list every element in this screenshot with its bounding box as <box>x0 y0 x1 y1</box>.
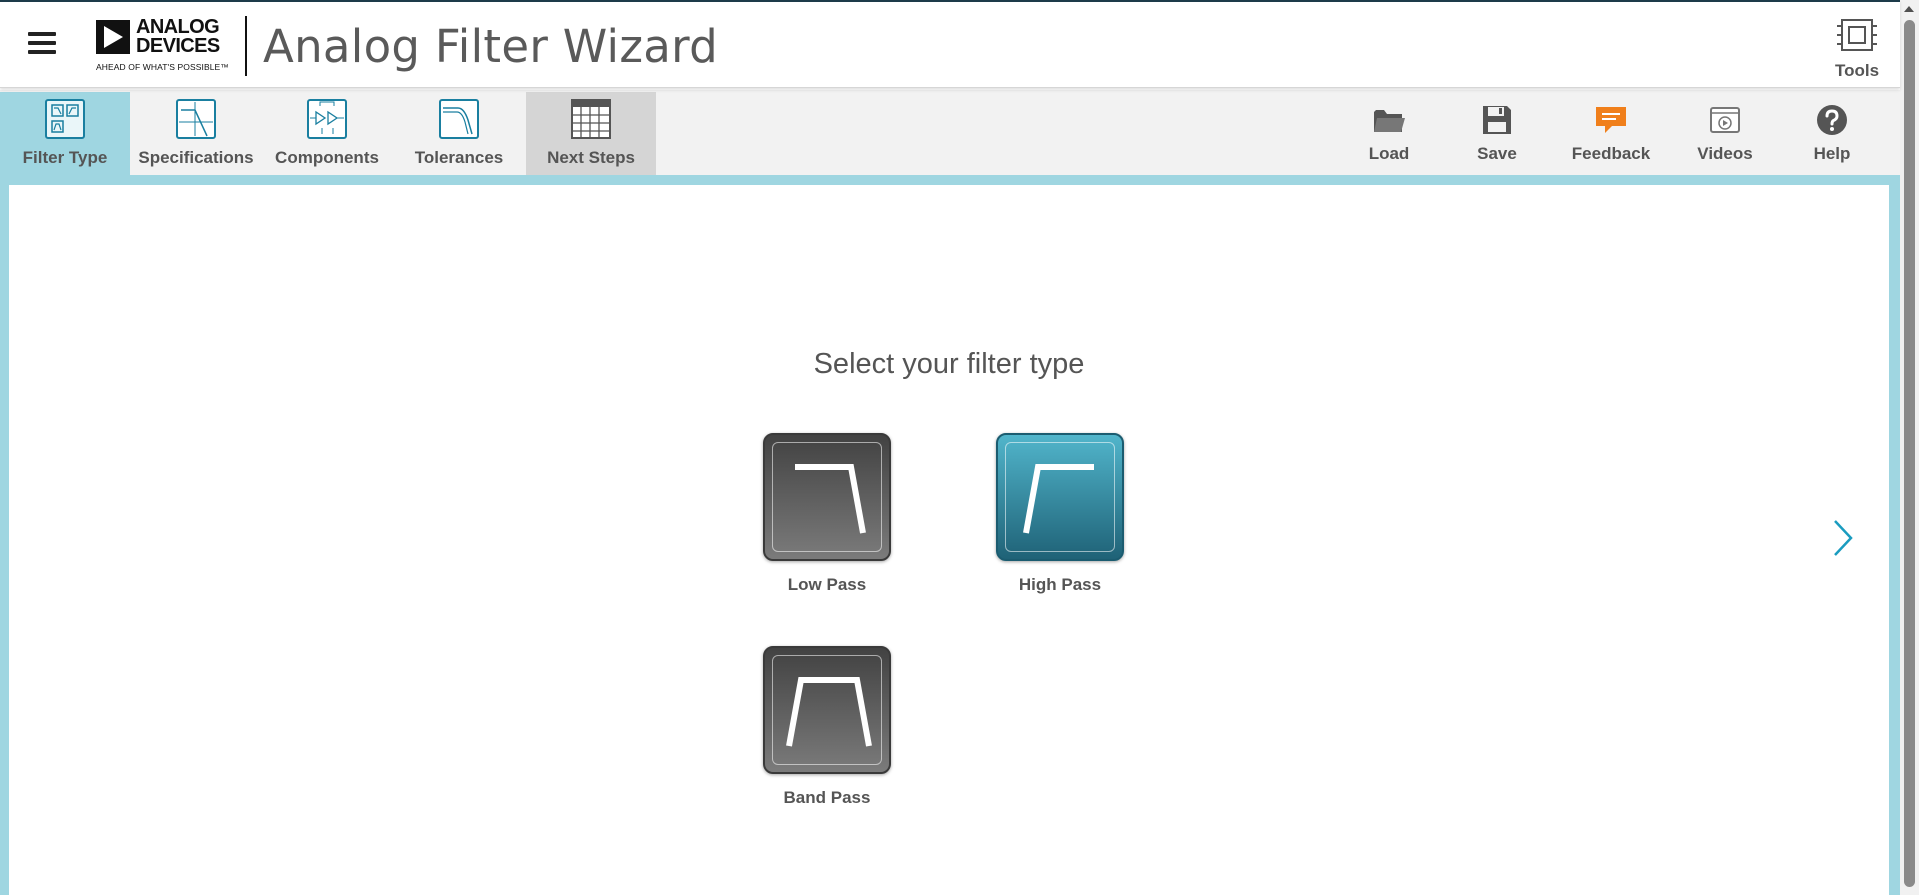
step-label: Specifications <box>138 148 254 167</box>
header-divider <box>245 16 247 76</box>
band-pass-option[interactable]: Band Pass <box>757 646 897 808</box>
help-label: Help <box>1813 144 1851 163</box>
load-button[interactable]: Load <box>1362 104 1416 172</box>
floppy-disk-icon <box>1483 106 1511 134</box>
band-pass-icon <box>786 677 872 747</box>
filter-type-prompt: Select your filter type <box>813 348 1085 380</box>
analog-devices-logo[interactable]: ANALOG DEVICES AHEAD OF WHAT'S POSSIBLE™ <box>96 17 229 74</box>
app-header: ANALOG DEVICES AHEAD OF WHAT'S POSSIBLE™… <box>0 0 1900 88</box>
logo-triangle-icon <box>96 20 130 54</box>
low-pass-label: Low Pass <box>787 575 867 594</box>
step-filter-type[interactable]: Filter Type <box>0 92 130 175</box>
logo-wordmark: ANALOG DEVICES <box>136 17 220 57</box>
scrollbar-thumb[interactable] <box>1904 20 1915 887</box>
page-scrollbar[interactable] <box>1900 0 1919 895</box>
help-button[interactable]: Help <box>1808 104 1856 172</box>
video-play-icon <box>1710 107 1740 133</box>
next-step-button[interactable] <box>1827 515 1857 561</box>
band-pass-tile[interactable] <box>763 646 891 774</box>
tolerances-icon <box>439 99 479 139</box>
chip-icon <box>1837 19 1877 51</box>
videos-label: Videos <box>1697 144 1753 163</box>
step-label: Tolerances <box>414 148 504 167</box>
logo-name-line2: DEVICES <box>136 35 220 57</box>
page-title: Analog Filter Wizard <box>263 20 719 73</box>
videos-button[interactable]: Videos <box>1693 104 1757 172</box>
content-frame: Select your filter type Low Pass High Pa… <box>0 175 1900 895</box>
question-circle-icon <box>1817 105 1847 135</box>
chevron-right-icon <box>1834 520 1853 556</box>
band-pass-label: Band Pass <box>783 788 871 807</box>
wizard-ribbon: Filter Type Specifications Components To… <box>0 90 1900 175</box>
specifications-icon <box>176 99 216 139</box>
hamburger-menu-icon[interactable] <box>22 32 62 60</box>
tools-button[interactable]: Tools <box>1826 16 1888 80</box>
high-pass-label: High Pass <box>1018 575 1102 594</box>
filter-type-panel: Select your filter type Low Pass High Pa… <box>9 185 1889 895</box>
high-pass-icon <box>1023 464 1094 534</box>
step-tolerances[interactable]: Tolerances <box>392 92 526 175</box>
step-label: Components <box>275 148 379 167</box>
low-pass-icon <box>795 464 866 534</box>
low-pass-option[interactable]: Low Pass <box>757 433 897 595</box>
chat-bubble-icon <box>1596 107 1626 133</box>
logo-tagline: AHEAD OF WHAT'S POSSIBLE™ <box>96 62 229 72</box>
step-components[interactable]: Components <box>262 92 392 175</box>
feedback-button[interactable]: Feedback <box>1570 104 1652 172</box>
components-icon <box>307 99 347 139</box>
step-specifications[interactable]: Specifications <box>130 92 262 175</box>
save-button[interactable]: Save <box>1470 104 1524 172</box>
folder-icon <box>1374 110 1405 132</box>
high-pass-tile[interactable] <box>996 433 1124 561</box>
filter-type-icon <box>45 99 85 139</box>
load-label: Load <box>1368 144 1410 163</box>
table-grid-icon <box>571 99 611 139</box>
step-label: Filter Type <box>22 148 108 167</box>
step-label: Next Steps <box>547 148 635 167</box>
low-pass-tile[interactable] <box>763 433 891 561</box>
scroll-up-arrow-icon[interactable] <box>1904 6 1914 12</box>
feedback-label: Feedback <box>1571 144 1651 163</box>
high-pass-option[interactable]: High Pass <box>990 433 1130 595</box>
step-next-steps[interactable]: Next Steps <box>526 92 656 175</box>
tools-label: Tools <box>1834 61 1880 80</box>
save-label: Save <box>1477 144 1517 163</box>
